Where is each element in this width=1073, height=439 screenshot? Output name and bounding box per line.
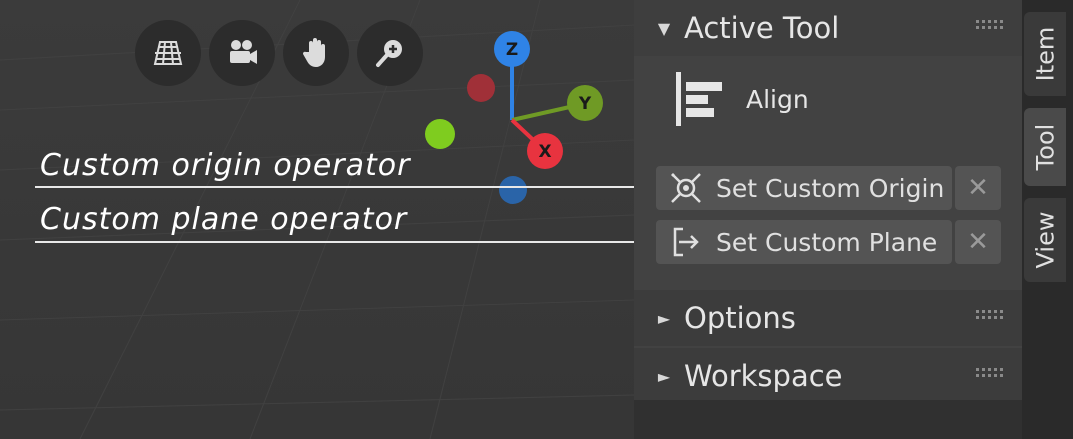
set-custom-origin-row: Set Custom Origin ✕ (656, 166, 1002, 210)
expanded-triangle-icon: ▼ (657, 18, 671, 38)
zoom-icon (376, 40, 402, 67)
zoom-view-button[interactable] (357, 20, 423, 86)
tab-tool-label: Tool (1031, 123, 1059, 171)
set-custom-origin-label: Set Custom Origin (716, 173, 945, 203)
custom-origin-icon (671, 173, 701, 203)
set-custom-plane-button[interactable]: Set Custom Plane (656, 220, 952, 264)
toggle-grid-view-button[interactable] (135, 20, 201, 86)
set-custom-origin-button[interactable]: Set Custom Origin (656, 166, 952, 210)
options-title: Options (684, 301, 796, 335)
active-tool-title: Active Tool (684, 11, 840, 45)
tab-item[interactable]: Item (1024, 12, 1066, 96)
gizmo-neg-y-handle[interactable] (425, 119, 455, 149)
custom-plane-icon (673, 227, 699, 257)
sidebar-panel: ▼ Active Tool Align Set Custom Origin ✕ … (634, 0, 1022, 404)
drag-grip-icon[interactable] (976, 20, 1003, 32)
set-custom-plane-label: Set Custom Plane (716, 227, 938, 257)
tab-view-label: View (1031, 211, 1060, 269)
close-icon: ✕ (967, 227, 989, 257)
gizmo-y-label: Y (578, 94, 592, 114)
annotation-plane-text: Custom plane operator (40, 202, 408, 237)
annotation-origin-line (35, 186, 645, 188)
annotation-origin-text: Custom origin operator (40, 148, 411, 183)
options-header[interactable]: ► Options (634, 290, 1022, 346)
remove-origin-button[interactable]: ✕ (955, 166, 1001, 210)
drag-grip-icon[interactable] (976, 310, 1003, 322)
set-custom-plane-row: Set Custom Plane ✕ (656, 220, 1002, 264)
tab-view[interactable]: View (1024, 198, 1066, 282)
align-icon (676, 72, 722, 126)
sidebar-bottom-area (634, 400, 1022, 439)
navigation-gizmo[interactable]: Z Y X (418, 30, 618, 210)
collapsed-triangle-icon: ► (657, 366, 671, 386)
gizmo-x-label: X (538, 142, 551, 162)
gizmo-neg-z-handle[interactable] (499, 176, 527, 204)
camera-icon (230, 40, 257, 64)
close-icon: ✕ (967, 173, 989, 203)
pan-view-button[interactable] (283, 20, 349, 86)
drag-grip-icon[interactable] (976, 368, 1003, 380)
workspace-header[interactable]: ► Workspace (634, 348, 1022, 404)
tab-item-label: Item (1031, 26, 1060, 82)
active-tool-header[interactable]: ▼ Active Tool (634, 0, 1022, 56)
hand-pan-icon (302, 38, 325, 67)
workspace-title: Workspace (684, 359, 843, 393)
tab-tool[interactable]: Tool (1024, 108, 1066, 186)
gizmo-z-label: Z (506, 40, 518, 60)
camera-view-button[interactable] (209, 20, 275, 86)
remove-plane-button[interactable]: ✕ (955, 220, 1001, 264)
active-tool-name: Align (746, 84, 809, 114)
gizmo-neg-x-handle[interactable] (467, 74, 495, 102)
annotation-plane-line (35, 241, 645, 243)
active-tool-row[interactable]: Align (674, 72, 809, 126)
collapsed-triangle-icon: ► (657, 308, 671, 328)
grid-view-icon (153, 41, 183, 65)
